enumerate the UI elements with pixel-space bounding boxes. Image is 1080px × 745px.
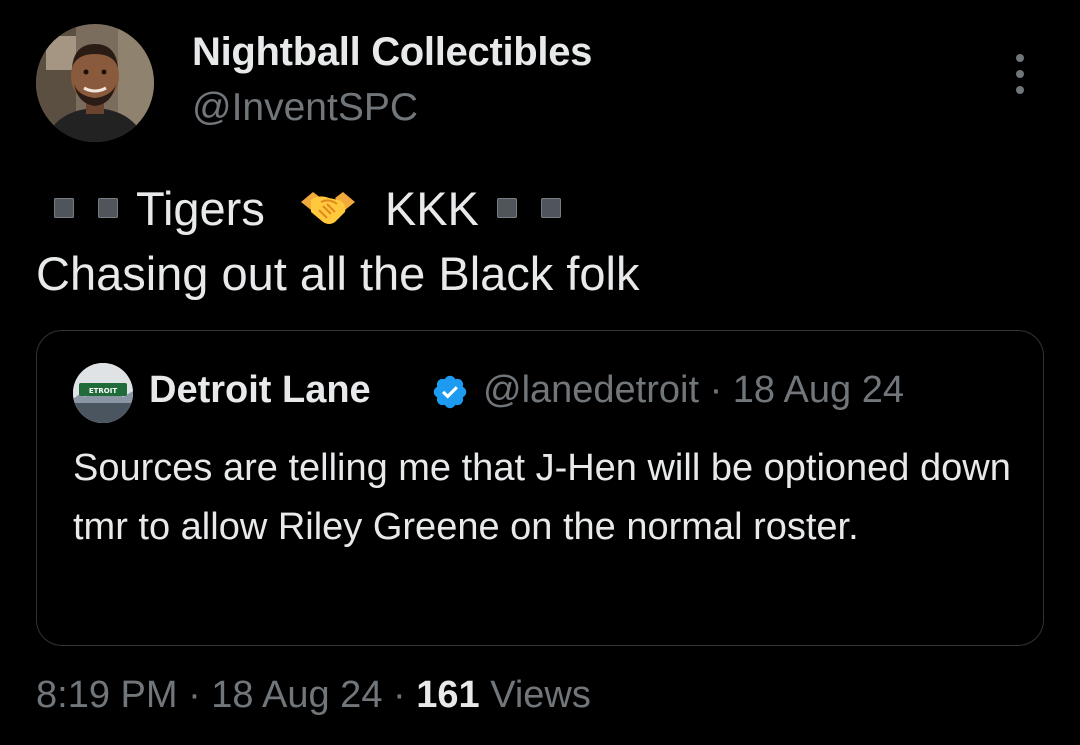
more-options-button[interactable] <box>1000 46 1040 102</box>
quoted-tweet-text: Sources are telling me that J-Hen will b… <box>73 447 1011 548</box>
black-small-square-icon <box>98 198 118 218</box>
quoted-tweet-card[interactable]: ETROIT Detroit Lane @lanedetroit · 18 Au… <box>36 330 1044 646</box>
quoted-author-name[interactable]: Detroit Lane <box>149 369 371 412</box>
black-small-square-icon <box>54 198 74 218</box>
more-dot-icon <box>1016 54 1024 62</box>
more-dot-icon <box>1016 86 1024 94</box>
handshake-icon <box>299 188 357 228</box>
quoted-author-avatar[interactable]: ETROIT <box>73 363 133 423</box>
author-avatar[interactable] <box>36 24 154 142</box>
tweet-text-line-1: Tigers KKK <box>36 178 573 238</box>
tweet-text-line-2: Chasing out all the Black folk <box>36 247 640 300</box>
tweet: Nightball Collectibles @InventSPC Tigers… <box>0 0 1080 745</box>
author-handle[interactable]: @InventSPC <box>192 86 418 130</box>
quoted-avatar-sign-text: ETROIT <box>89 387 118 395</box>
tweet-word-kkk: KKK <box>384 181 479 235</box>
tweet-meta-footer: 8:19 PM · 18 Aug 24 · 161 Views <box>36 674 591 717</box>
views-label: Views <box>479 674 591 716</box>
black-small-square-icon <box>496 198 517 218</box>
quoted-handle-date[interactable]: @lanedetroit · 18 Aug 24 <box>483 369 904 412</box>
views-count: 161 <box>416 674 480 716</box>
more-dot-icon <box>1016 70 1024 78</box>
tweet-word-tigers: Tigers <box>136 181 265 235</box>
tweet-timestamp[interactable]: 8:19 PM · 18 Aug 24 · <box>36 674 416 716</box>
author-name[interactable]: Nightball Collectibles <box>192 30 592 75</box>
verified-badge-icon <box>431 373 469 411</box>
black-small-square-icon <box>540 198 561 218</box>
